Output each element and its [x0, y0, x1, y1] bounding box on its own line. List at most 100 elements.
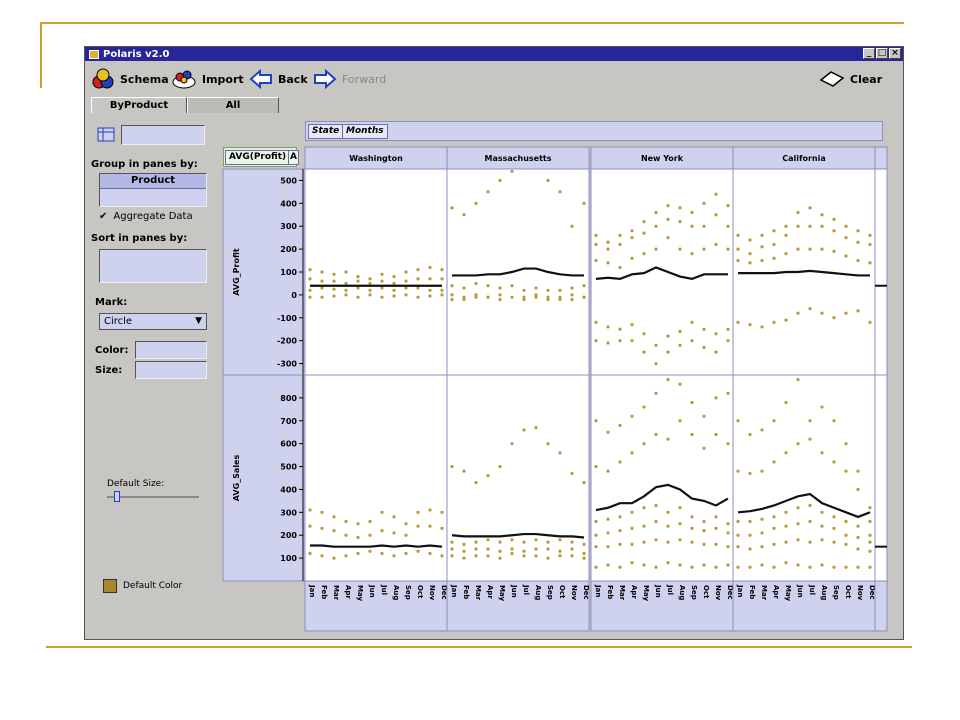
y-tick-label: 300 — [280, 508, 297, 517]
data-point — [510, 169, 514, 173]
data-point — [736, 469, 740, 473]
table-field[interactable] — [121, 125, 205, 145]
data-point — [772, 515, 776, 519]
data-point — [320, 526, 324, 530]
mark-select-value: Circle — [104, 316, 133, 327]
data-point — [594, 339, 598, 343]
eraser-icon — [819, 71, 845, 87]
data-point — [308, 551, 312, 556]
default-color-swatch[interactable] — [103, 579, 117, 593]
month-tick-label: Jul — [380, 584, 388, 595]
month-tick-label: May — [498, 585, 506, 601]
month-tick-label: Jan — [308, 584, 316, 597]
data-point — [820, 510, 824, 514]
data-point — [440, 554, 444, 558]
data-point — [642, 540, 646, 544]
aggregate-checkbox[interactable]: ✔ Aggregate Data — [99, 211, 193, 222]
data-point — [844, 442, 848, 446]
data-point — [356, 551, 360, 556]
month-tick-label: Jul — [666, 584, 674, 595]
data-point — [594, 533, 598, 537]
month-tick-label: Jun — [368, 584, 376, 598]
data-point — [784, 233, 788, 237]
close-button[interactable]: × — [889, 48, 901, 59]
data-point — [666, 217, 670, 221]
data-point — [868, 233, 872, 237]
data-point — [416, 268, 420, 272]
tab-byproduct[interactable]: ByProduct — [91, 97, 187, 113]
pane-partial — [874, 168, 888, 376]
sort-shelf[interactable] — [99, 249, 207, 283]
slide-bottom-rule — [46, 646, 912, 648]
month-tick-label: Oct — [416, 585, 424, 599]
data-point — [808, 565, 812, 569]
data-point — [332, 294, 336, 298]
data-point — [808, 307, 812, 311]
column-header-partial — [874, 146, 888, 170]
tab-all[interactable]: All — [187, 97, 279, 113]
y-axis-label: AVG_Sales — [232, 455, 241, 502]
data-point — [702, 345, 706, 350]
data-point — [558, 288, 562, 292]
data-point — [380, 295, 384, 299]
data-point — [868, 533, 872, 537]
month-tick-label: Mar — [474, 585, 482, 601]
tab-strip: ByProduct All — [85, 97, 903, 113]
forward-button[interactable]: Forward — [313, 69, 386, 89]
color-shelf[interactable] — [135, 341, 207, 359]
data-point — [404, 551, 408, 556]
group-label: Group in panes by: — [91, 159, 198, 170]
data-point — [772, 256, 776, 260]
data-point — [498, 464, 502, 469]
data-point — [844, 533, 848, 537]
default-size-slider-track[interactable] — [107, 491, 199, 502]
data-point — [450, 464, 454, 469]
data-point — [380, 272, 384, 276]
data-point — [392, 288, 396, 292]
data-point — [618, 529, 622, 533]
data-point — [690, 339, 694, 343]
mark-select[interactable]: Circle ▼ — [99, 313, 207, 330]
import-button[interactable]: Import — [171, 68, 244, 90]
data-point — [416, 277, 420, 281]
data-point — [498, 286, 502, 290]
data-point — [796, 522, 800, 526]
data-point — [808, 519, 812, 524]
data-point — [678, 563, 682, 567]
data-point — [678, 247, 682, 251]
data-point — [630, 414, 634, 418]
data-point — [690, 210, 694, 215]
data-point — [440, 288, 444, 292]
data-point — [344, 293, 348, 297]
data-point — [666, 350, 670, 354]
schema-button[interactable]: Schema — [91, 68, 169, 90]
data-point — [654, 224, 658, 228]
default-size-slider-thumb[interactable] — [113, 491, 120, 502]
data-point — [868, 242, 872, 247]
minimize-button[interactable]: _ — [863, 48, 875, 59]
group-item-product[interactable]: Product — [100, 174, 206, 189]
size-shelf[interactable] — [135, 361, 207, 379]
data-point — [702, 327, 706, 331]
data-point — [558, 549, 562, 553]
clear-button[interactable]: Clear — [819, 70, 882, 88]
data-point — [594, 320, 598, 324]
data-point — [582, 542, 586, 546]
data-point — [714, 213, 718, 217]
month-tick-label: Oct — [702, 585, 710, 599]
maximize-button[interactable]: □ — [876, 48, 888, 59]
pane — [304, 374, 448, 582]
back-button[interactable]: Back — [249, 69, 308, 89]
pane — [304, 168, 448, 376]
data-point — [522, 428, 526, 432]
default-color-label: Default Color — [123, 581, 183, 591]
data-point — [392, 294, 396, 298]
data-point — [594, 565, 598, 569]
month-tick-label: Apr — [344, 585, 352, 599]
data-point — [796, 224, 800, 228]
data-point — [332, 272, 336, 276]
data-point — [832, 419, 836, 423]
data-point — [666, 377, 670, 382]
data-point — [320, 554, 324, 558]
data-point — [690, 515, 694, 519]
